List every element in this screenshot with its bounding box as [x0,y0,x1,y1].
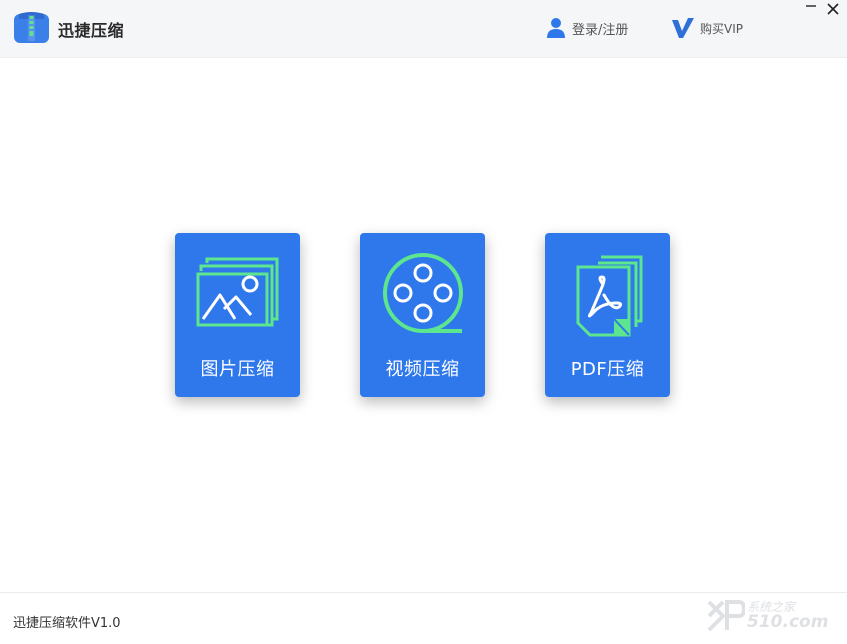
video-compress-card[interactable]: 视频压缩 [360,233,485,397]
pdf-compress-label: PDF压缩 [570,359,645,380]
minimize-button[interactable] [801,0,821,18]
login-register-link[interactable]: 登录/注册 [546,17,628,39]
title-bar: 迅捷压缩 登录/注册 购买VIP [0,0,847,58]
login-label: 登录/注册 [572,22,629,38]
image-compress-label: 图片压缩 [200,359,275,380]
user-icon [547,18,565,38]
buy-vip-link[interactable]: 购买VIP [671,17,743,39]
pdf-icon [576,255,643,337]
film-reel-icon [383,253,463,333]
video-compress-label: 视频压缩 [385,359,460,380]
watermark-site: 510.com [747,612,829,632]
close-icon [827,3,839,15]
close-button[interactable] [823,0,843,18]
vip-label: 购买VIP [700,21,743,36]
pdf-compress-card[interactable]: PDF压缩 [545,233,670,397]
app-title: 迅捷压缩 [58,21,125,40]
image-compress-card[interactable]: 图片压缩 [175,233,300,397]
vip-v-icon [672,18,694,38]
watermark-logo-icon [707,600,747,632]
app-logo-icon [14,12,49,43]
image-icon [196,257,279,327]
footer-divider [0,592,847,593]
watermark: 系统之家 510.com [707,598,837,634]
minimize-icon [806,5,816,7]
version-label: 迅捷压缩软件V1.0 [13,616,121,631]
